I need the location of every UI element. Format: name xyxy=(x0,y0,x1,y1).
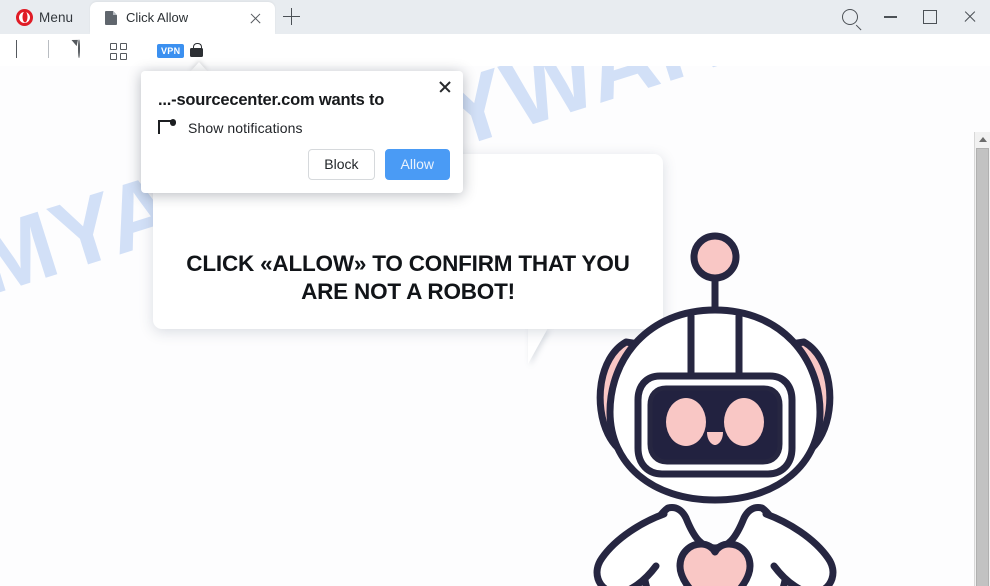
opera-logo-icon xyxy=(16,8,33,26)
vpn-badge[interactable]: VPN xyxy=(157,44,185,58)
grid-icon[interactable] xyxy=(108,40,128,60)
notification-permission-dialog: ...-sourcecenter.com wants to Show notif… xyxy=(141,71,463,193)
speech-bubble-tail xyxy=(528,328,548,364)
close-icon[interactable] xyxy=(437,79,453,95)
plus-icon[interactable] xyxy=(283,8,300,25)
close-window-icon[interactable] xyxy=(950,0,990,34)
reload-icon[interactable] xyxy=(76,39,96,60)
close-icon[interactable] xyxy=(248,11,263,26)
permission-request-row: Show notifications xyxy=(158,119,303,136)
chevron-left-icon[interactable] xyxy=(10,40,30,60)
page-title: CLICK «ALLOW» TO CONFIRM THAT YOU ARE NO… xyxy=(186,251,630,305)
scroll-up-icon[interactable] xyxy=(975,132,990,147)
page-icon xyxy=(105,11,117,25)
block-button[interactable]: Block xyxy=(308,148,375,180)
permission-dialog-title: ...-sourcecenter.com wants to xyxy=(158,91,385,109)
tab-title: Click Allow xyxy=(126,10,189,25)
page-scrollbar[interactable] xyxy=(974,132,990,586)
scroll-thumb[interactable] xyxy=(976,148,989,586)
minimize-icon[interactable] xyxy=(870,0,910,34)
chevron-right-icon[interactable] xyxy=(44,40,64,60)
browser-tab[interactable]: Click Allow xyxy=(90,2,275,34)
lock-icon[interactable] xyxy=(190,43,203,57)
maximize-icon[interactable] xyxy=(910,0,950,34)
robot-mascot-illustration xyxy=(586,226,844,586)
permission-dialog-actions: Block Allow xyxy=(308,148,450,180)
search-icon[interactable] xyxy=(830,0,870,34)
window-controls xyxy=(830,0,990,34)
menu-label: Menu xyxy=(39,9,74,25)
notifications-icon xyxy=(158,119,176,136)
permission-label: Show notifications xyxy=(188,119,303,136)
opera-menu-button[interactable]: Menu xyxy=(8,4,81,30)
allow-button[interactable]: Allow xyxy=(384,148,450,180)
browser-window: Menu Click Allow VPN captcha-sourcecente… xyxy=(0,0,990,586)
title-bar: Menu Click Allow xyxy=(0,0,990,34)
navigation-bar: VPN captcha-sourcecenter.com /robot4/ind… xyxy=(0,34,990,92)
